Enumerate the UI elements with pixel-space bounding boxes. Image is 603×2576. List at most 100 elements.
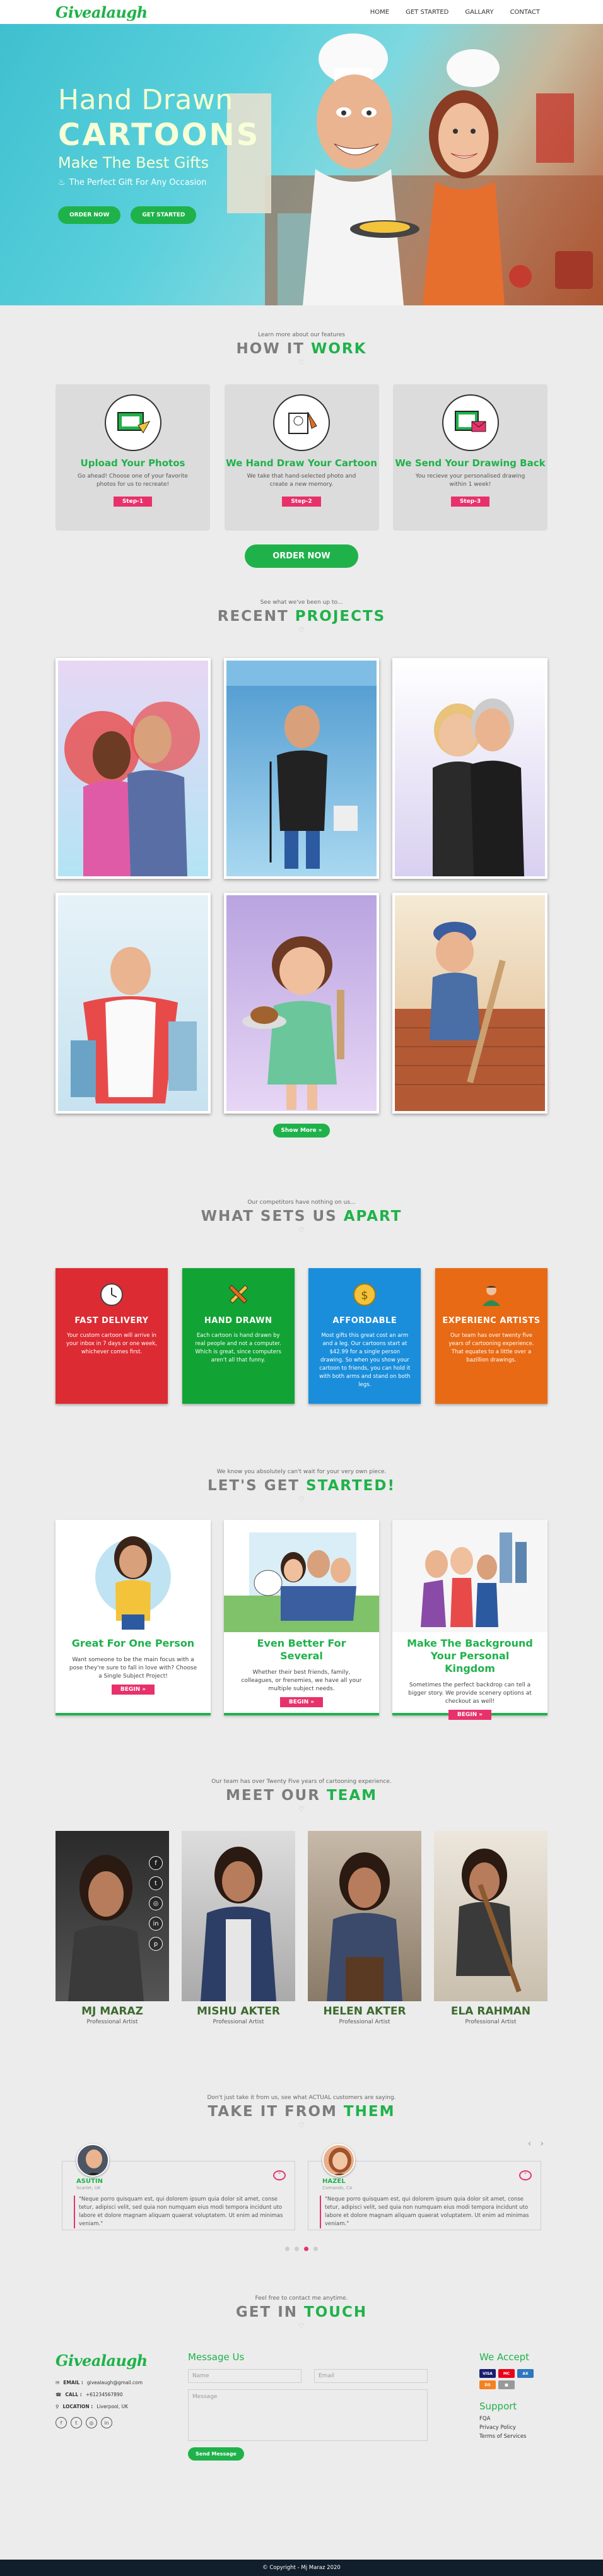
hero-order-now-button[interactable]: ORDER NOW bbox=[58, 206, 121, 224]
project-image-roofer[interactable] bbox=[392, 893, 547, 1114]
support-links: FQA Privacy Policy Terms of Services bbox=[479, 2416, 547, 2440]
apart-card-title: AFFORDABLE bbox=[332, 1316, 397, 1326]
nav-contact[interactable]: CONTACT bbox=[510, 9, 540, 16]
testimonials-title-a: TAKE IT FROM bbox=[208, 2103, 337, 2120]
team-member: HELEN AKTER Professional Artist bbox=[308, 1831, 421, 2025]
carousel-dot-active[interactable] bbox=[304, 2247, 308, 2251]
get-started-section: We know you absolutely can't wait for yo… bbox=[0, 1404, 603, 1720]
apart-cards: FAST DELIVERY Your custom cartoon will a… bbox=[0, 1268, 603, 1404]
order-wrap: ORDER NOW bbox=[0, 544, 603, 568]
apart-card-desc: Most gifts this great cost an arm and a … bbox=[319, 1332, 411, 1388]
heart-icon: ♡ bbox=[298, 1495, 305, 1503]
quote-icon: ” bbox=[273, 2170, 286, 2180]
member-photo[interactable] bbox=[182, 1831, 295, 2001]
name-input[interactable]: Name bbox=[188, 2369, 302, 2383]
how-subtitle: Learn more about our features bbox=[258, 332, 345, 338]
twitter-icon[interactable]: t bbox=[149, 1876, 163, 1890]
email-input[interactable]: Email bbox=[314, 2369, 428, 2383]
how-card-upload: Upload Your Photos Go ahead! Choose one … bbox=[56, 384, 210, 531]
apart-card-hand-drawn: HAND DRAWN Each cartoon is hand drawn by… bbox=[182, 1268, 295, 1404]
apart-card-affordable: $ AFFORDABLE Most gifts this great cost … bbox=[308, 1268, 421, 1404]
contact-phone[interactable]: +61234567890 bbox=[86, 2392, 123, 2397]
pinterest-icon[interactable]: p bbox=[149, 1937, 163, 1951]
team-section: Our team has over Twenty Five years of c… bbox=[0, 1715, 603, 2025]
team-subtitle: Our team has over Twenty Five years of c… bbox=[211, 1779, 392, 1785]
discover-icon: DS bbox=[479, 2380, 496, 2389]
hero-text: Hand Drawn CARTOONS Make The Best Gifts … bbox=[58, 84, 260, 224]
project-image-baker-woman[interactable] bbox=[224, 893, 379, 1114]
started-title: LET'S GET STARTED! bbox=[0, 1478, 603, 1494]
started-card-desc: Whether their best friends, family, coll… bbox=[241, 1669, 362, 1692]
member-name: HELEN AKTER bbox=[323, 2005, 406, 2018]
order-now-button[interactable]: ORDER NOW bbox=[245, 544, 358, 568]
carousel-dot[interactable] bbox=[285, 2247, 290, 2251]
begin-button[interactable]: BEGIN » bbox=[279, 1697, 324, 1707]
started-card-title: Make The Background Your Personal Kingdo… bbox=[407, 1637, 533, 1674]
step-badge: Step-2 bbox=[282, 497, 321, 507]
chevron-left-icon[interactable]: ‹ bbox=[528, 2139, 532, 2149]
we-accept-title: We Accept bbox=[479, 2351, 530, 2363]
project-image-comedian-stage[interactable] bbox=[224, 658, 379, 879]
contact-email[interactable]: givealaugh@gmail.com bbox=[87, 2380, 143, 2385]
top-navbar: Givealaugh HOME GET STARTED GALLARY CONT… bbox=[0, 0, 603, 24]
support-link-faq[interactable]: FQA bbox=[479, 2416, 547, 2422]
heart-icon: ♡ bbox=[298, 1226, 305, 1234]
begin-button[interactable]: BEGIN » bbox=[111, 1685, 155, 1695]
hand-draw-icon bbox=[273, 394, 330, 451]
linkedin-icon[interactable]: in bbox=[149, 1917, 163, 1931]
member-photo[interactable]: f t ◎ in p bbox=[56, 1831, 169, 2001]
card-icon: ■ bbox=[498, 2380, 515, 2389]
carousel-dot[interactable] bbox=[313, 2247, 318, 2251]
quote-icon: ” bbox=[519, 2170, 532, 2180]
team-member: MISHU AKTER Professional Artist bbox=[182, 1831, 295, 2025]
apart-card-desc: Each cartoon is hand drawn by real peopl… bbox=[195, 1332, 281, 1363]
support-link-privacy[interactable]: Privacy Policy bbox=[479, 2425, 547, 2431]
how-section-header: Learn more about our features HOW IT WOR… bbox=[0, 332, 603, 367]
contact-call-label: CALL : bbox=[65, 2392, 82, 2397]
linkedin-icon[interactable]: in bbox=[101, 2417, 112, 2428]
project-image-couple-hearts[interactable] bbox=[56, 658, 211, 879]
apart-card-title: EXPERIENC ARTISTS bbox=[442, 1316, 541, 1326]
apart-card-desc: Your custom cartoon will arrive in your … bbox=[66, 1332, 157, 1355]
instagram-icon[interactable]: ◎ bbox=[86, 2417, 97, 2428]
nav-gallary[interactable]: GALLARY bbox=[465, 9, 493, 16]
twitter-icon[interactable]: t bbox=[71, 2417, 82, 2428]
artist-icon bbox=[477, 1281, 505, 1309]
apart-title-a: WHAT SETS US bbox=[201, 1208, 337, 1225]
hero-get-started-button[interactable]: GET STARTED bbox=[131, 206, 197, 224]
hero-title-line1: Hand Drawn bbox=[58, 84, 233, 116]
hero-banner: Hand Drawn CARTOONS Make The Best Gifts … bbox=[0, 24, 603, 305]
heart-icon: ♡ bbox=[298, 2121, 305, 2129]
member-photo[interactable] bbox=[434, 1831, 547, 2001]
project-image-superhero-dentist[interactable] bbox=[56, 893, 211, 1114]
how-card-draw: We Hand Draw Your Cartoon We take that h… bbox=[224, 384, 379, 531]
how-title-b: WORK bbox=[310, 341, 367, 357]
show-more-button[interactable]: Show More » bbox=[273, 1124, 330, 1138]
project-image-elderly-couple[interactable] bbox=[392, 658, 547, 879]
begin-button[interactable]: BEGIN » bbox=[448, 1710, 492, 1720]
support-title: Support bbox=[479, 2401, 517, 2412]
testimonial-location: Comando, CA bbox=[322, 2185, 353, 2191]
started-title-b: STARTED! bbox=[306, 1478, 395, 1494]
instagram-icon[interactable]: ◎ bbox=[149, 1897, 163, 1910]
apart-card-fast-delivery: FAST DELIVERY Your custom cartoon will a… bbox=[56, 1268, 168, 1404]
member-photo[interactable] bbox=[308, 1831, 421, 2001]
footer-logo: Givealaugh bbox=[56, 2351, 148, 2370]
nav-get-started[interactable]: GET STARTED bbox=[406, 9, 448, 16]
support-link-terms[interactable]: Terms of Services bbox=[479, 2433, 547, 2440]
chevron-right-icon[interactable]: › bbox=[540, 2139, 544, 2149]
how-it-works-section: Learn more about our features HOW IT WOR… bbox=[0, 305, 603, 568]
facebook-icon[interactable]: f bbox=[149, 1856, 163, 1870]
member-role: Professional Artist bbox=[86, 2019, 138, 2025]
facebook-icon[interactable]: f bbox=[56, 2417, 67, 2428]
nav-home[interactable]: HOME bbox=[370, 9, 389, 16]
site-logo[interactable]: Givealaugh bbox=[56, 3, 148, 21]
carousel-dot[interactable] bbox=[295, 2247, 299, 2251]
send-message-button[interactable]: Send Message bbox=[188, 2447, 244, 2461]
member-role: Professional Artist bbox=[339, 2019, 390, 2025]
apart-card-title: HAND DRAWN bbox=[204, 1316, 272, 1326]
testimonials-section-header: Don't just take it from us, see what ACT… bbox=[0, 2095, 603, 2129]
hero-title-line3: Make The Best Gifts bbox=[58, 154, 209, 172]
message-textarea[interactable]: Message bbox=[188, 2389, 428, 2441]
member-name: ELA RAHMAN bbox=[450, 2005, 531, 2018]
